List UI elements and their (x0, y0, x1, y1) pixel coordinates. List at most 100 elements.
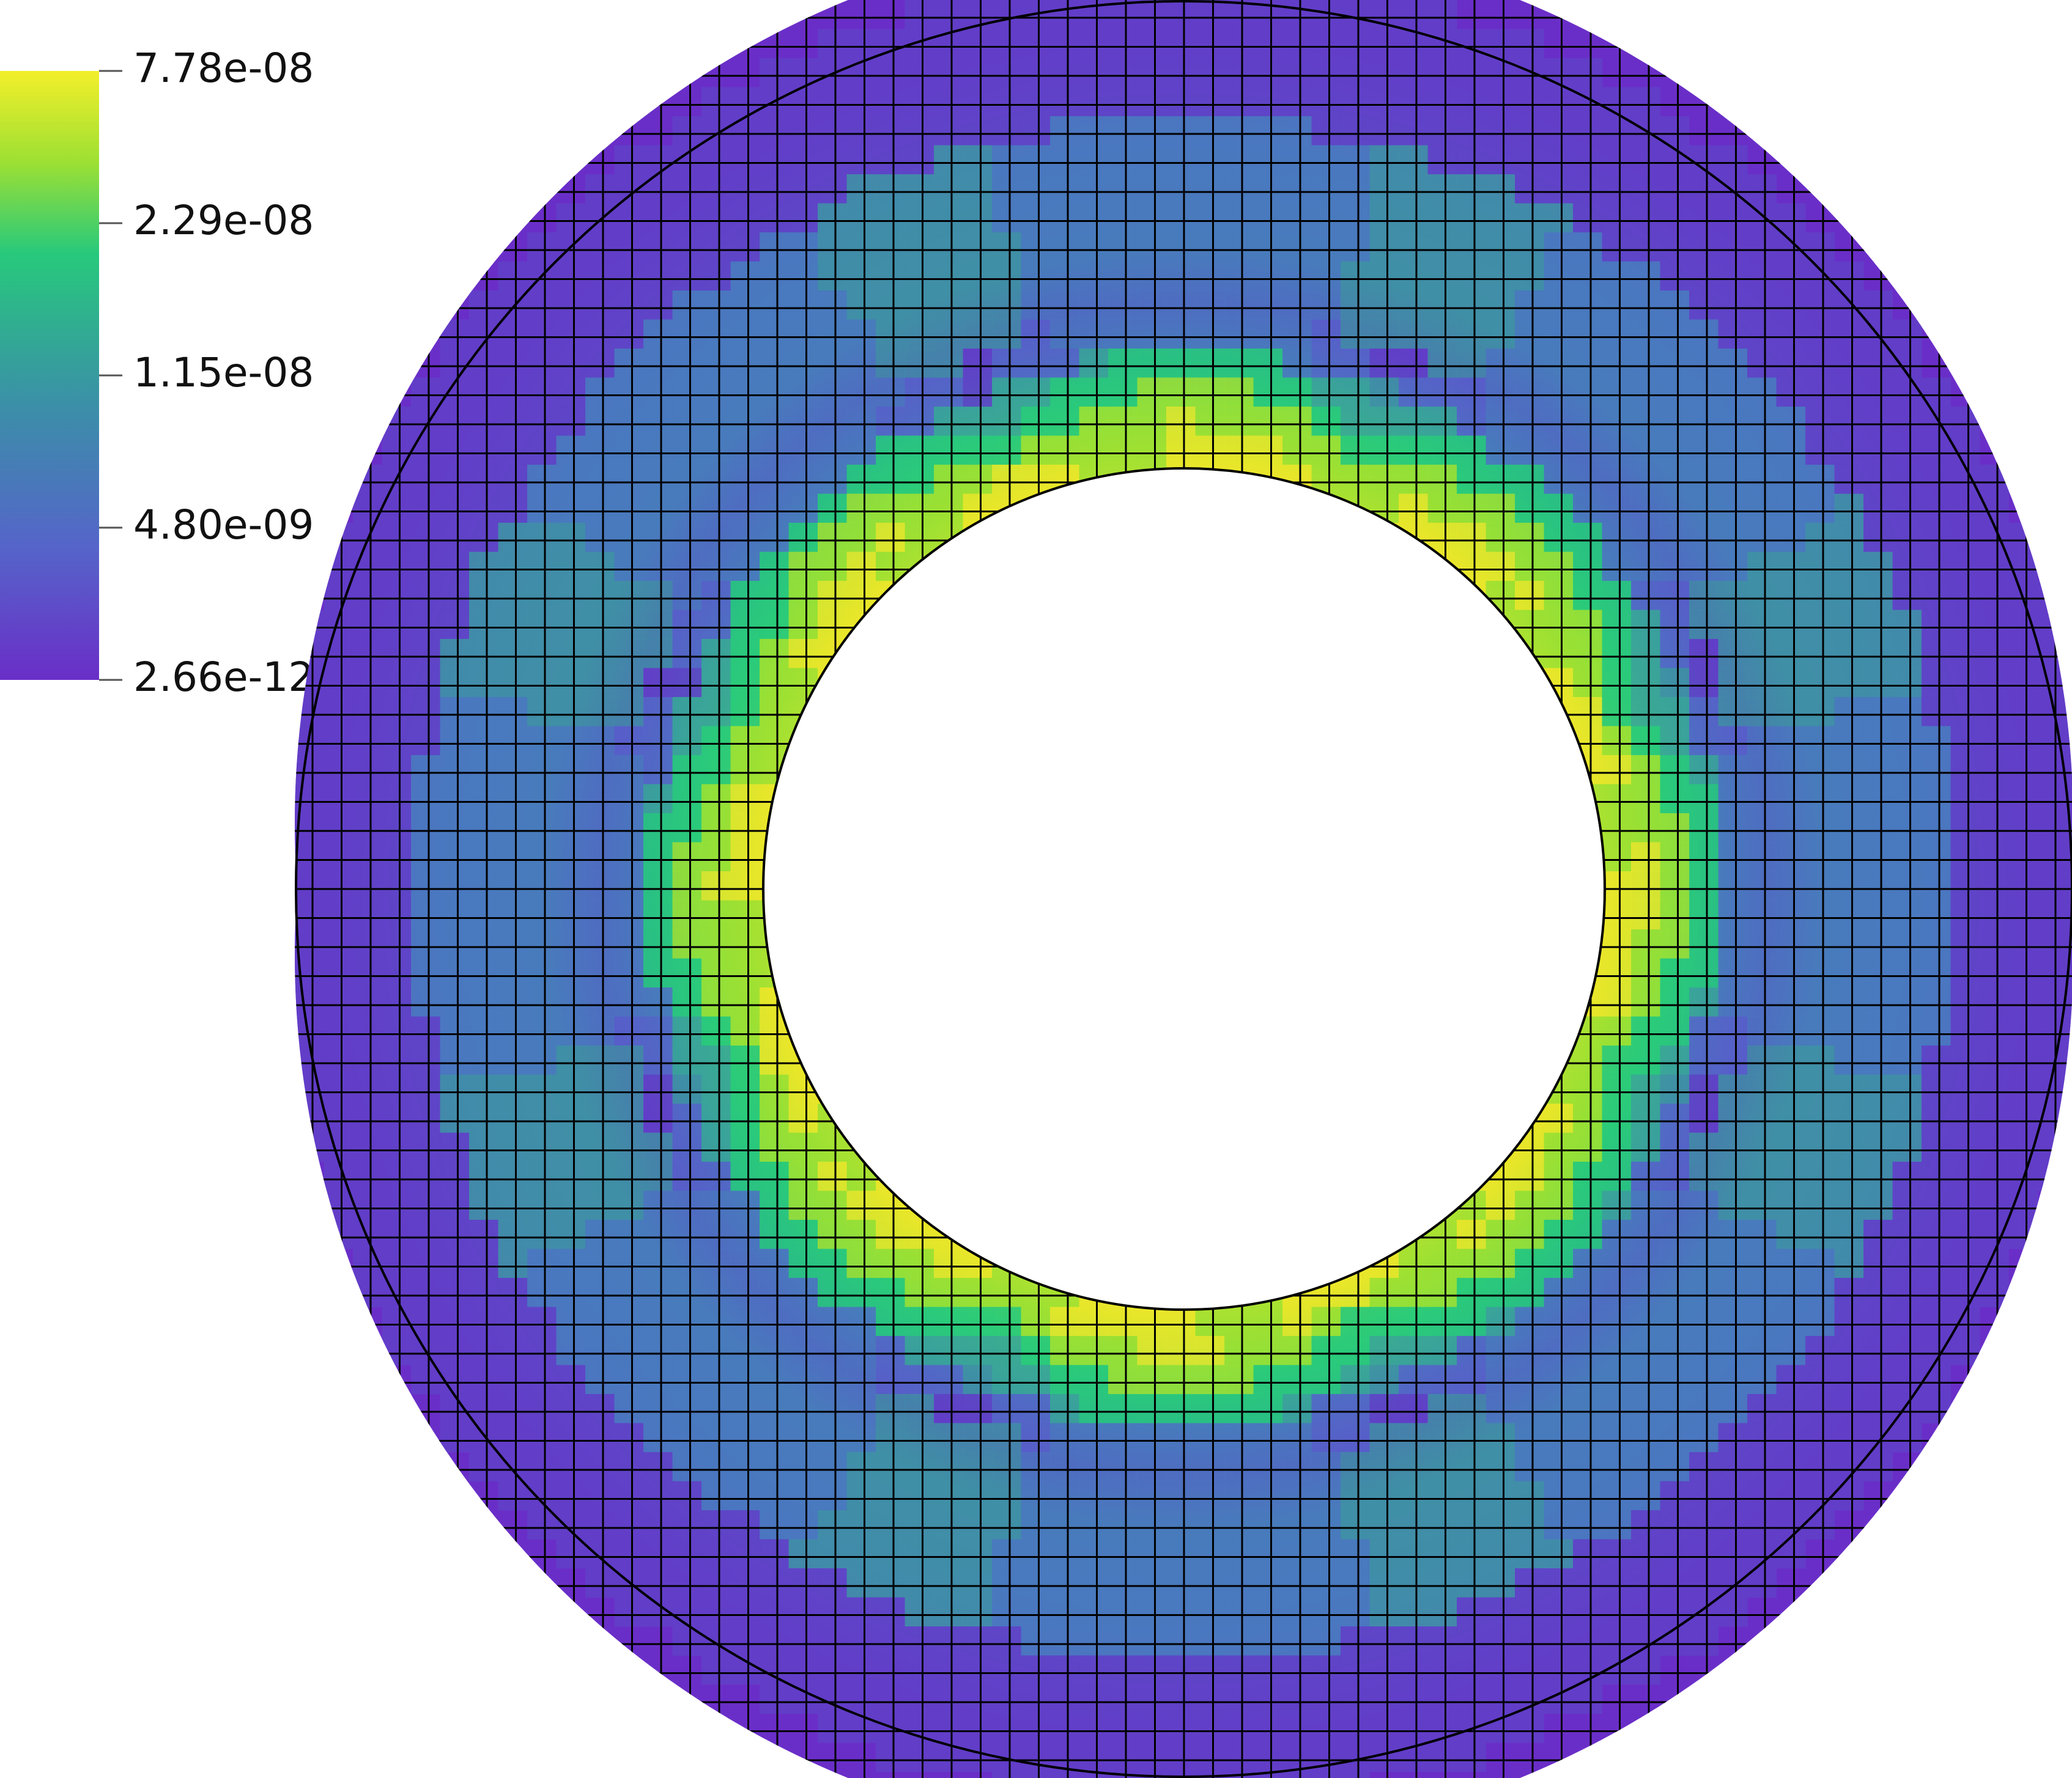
field-cell (1631, 261, 1660, 291)
field-cell (382, 610, 412, 640)
field-cell (1486, 1423, 1515, 1453)
field-cell (1863, 900, 1893, 930)
field-cell (353, 813, 382, 843)
field-cell (672, 435, 702, 465)
field-cell (1980, 726, 2009, 756)
field-cell (2008, 581, 2038, 610)
field-cell (1660, 1190, 1690, 1220)
field-cell (876, 1510, 905, 1540)
field-cell (585, 290, 615, 320)
field-cell (1602, 1307, 1632, 1337)
field-cell (1399, 1452, 1428, 1481)
field-cell (382, 1132, 412, 1162)
field-cell (1805, 1249, 1835, 1278)
field-cell (440, 319, 470, 349)
field-cell (1805, 900, 1835, 930)
field-cell (1573, 1452, 1602, 1481)
field-cell (963, 1365, 993, 1395)
field-cell (672, 349, 702, 378)
field-cell (440, 987, 470, 1017)
field-cell (556, 435, 586, 465)
field-cell (1079, 174, 1109, 204)
field-cell (1079, 1684, 1109, 1714)
field-cell (1631, 1220, 1660, 1249)
field-cell (992, 1684, 1021, 1714)
field-cell (614, 1190, 644, 1220)
field-cell (1079, 232, 1109, 262)
field-cell (1892, 958, 1922, 988)
field-cell (1573, 668, 1602, 698)
field-cell (1776, 493, 1806, 523)
field-cell (1863, 1162, 1893, 1191)
field-cell (760, 523, 789, 552)
field-cell (760, 1162, 789, 1191)
field-cell (730, 987, 760, 1017)
field-cell (527, 871, 557, 901)
field-cell (818, 1655, 847, 1685)
field-cell (1108, 290, 1138, 320)
field-cell (614, 987, 644, 1017)
field-cell (1108, 1365, 1138, 1395)
field-cell (701, 145, 731, 175)
field-cell (614, 1539, 644, 1569)
field-cell (1718, 842, 1748, 872)
field-cell (1602, 639, 1632, 668)
field-cell (440, 1104, 470, 1133)
field-cell (1863, 1249, 1893, 1278)
field-cell (788, 1365, 818, 1395)
field-cell (1457, 377, 1486, 407)
field-cell (818, 1510, 847, 1540)
field-cell (1166, 232, 1196, 262)
field-cell (1108, 1452, 1138, 1481)
field-cell (1079, 349, 1109, 378)
field-cell (1021, 1743, 1051, 1772)
field-cell (1253, 29, 1283, 59)
field-cell (760, 465, 789, 494)
field-cell (527, 232, 557, 262)
field-cell (324, 668, 353, 698)
field-cell (1660, 1481, 1690, 1511)
field-cell (556, 1336, 586, 1365)
field-cell (876, 1423, 905, 1453)
field-cell (963, 1684, 993, 1714)
field-cell (2038, 668, 2067, 698)
field-cell (1166, 1481, 1196, 1511)
field-cell (1515, 1190, 1544, 1220)
field-cell (788, 1568, 818, 1598)
field-cell (1369, 1684, 1399, 1714)
field-cell (672, 987, 702, 1017)
field-cell (876, 1278, 905, 1307)
field-cell (643, 1249, 673, 1278)
field-cell (1224, 58, 1254, 87)
field-cell (788, 493, 818, 523)
field-cell (1950, 929, 1980, 959)
field-cell (1311, 58, 1341, 87)
field-cell (1805, 929, 1835, 959)
field-cell (1253, 1510, 1283, 1540)
field-cell (1515, 1539, 1544, 1569)
field-cell (1747, 1074, 1777, 1104)
field-cell (1892, 1104, 1922, 1133)
field-cell (1021, 145, 1051, 175)
field-cell (1108, 1481, 1138, 1511)
field-cell (382, 929, 412, 959)
field-cell (701, 1132, 731, 1162)
field-cell (1224, 1394, 1254, 1423)
field-cell (818, 1278, 847, 1307)
field-cell (701, 551, 731, 581)
field-cell (1369, 1452, 1399, 1481)
field-cell (1892, 1220, 1922, 1249)
field-cell (818, 1713, 847, 1743)
field-cell (1747, 1104, 1777, 1133)
field-cell (1282, 1655, 1312, 1685)
field-cell (1108, 1423, 1138, 1453)
field-cell (1718, 1220, 1748, 1249)
field-cell (556, 261, 586, 291)
field-cell (1486, 145, 1515, 175)
field-cell (1922, 1104, 1951, 1133)
field-cell (1399, 435, 1428, 465)
field-cell (876, 174, 905, 204)
field-cell (1602, 1510, 1632, 1540)
field-cell (672, 203, 702, 233)
field-cell (1980, 1190, 2009, 1220)
